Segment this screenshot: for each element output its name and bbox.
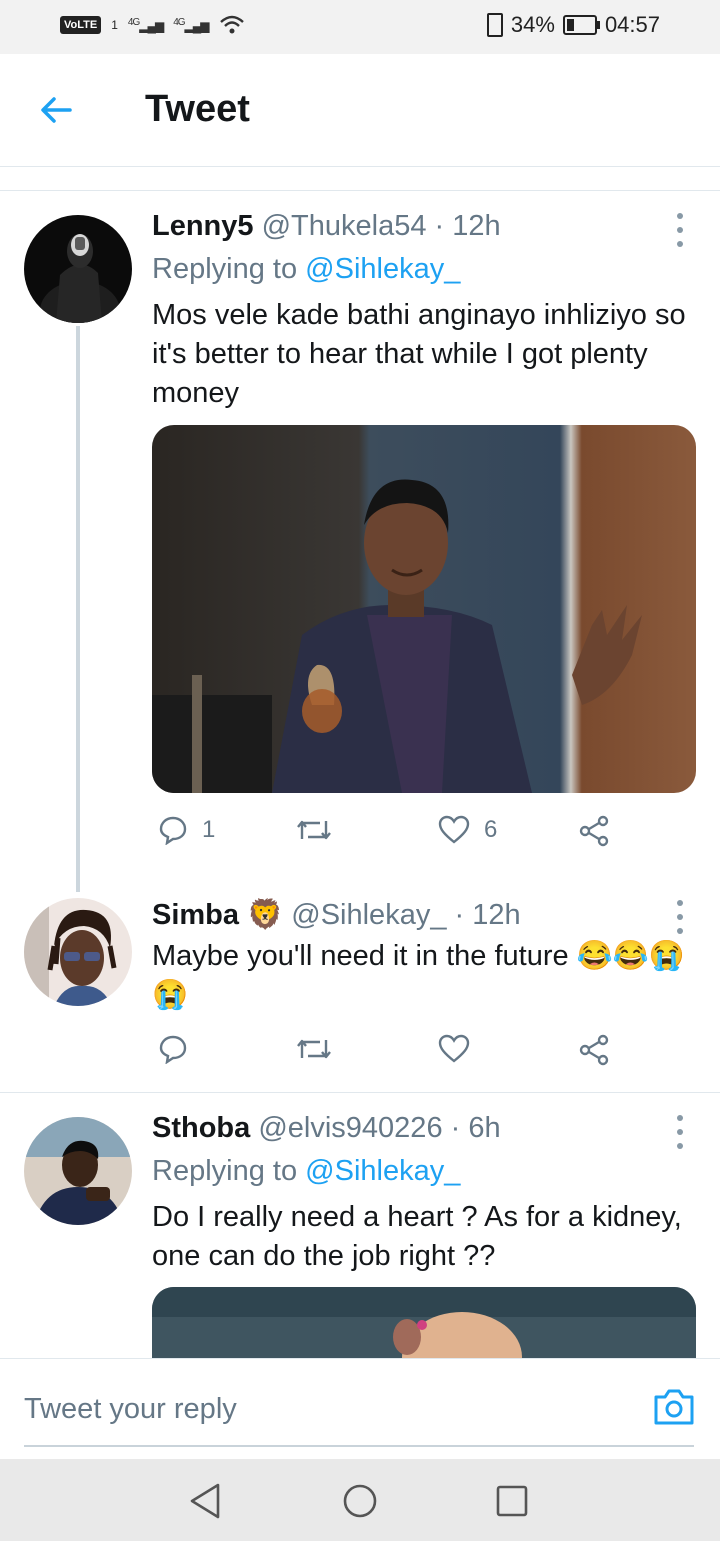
reply-placeholder: Tweet your reply [24,1393,237,1425]
divider [0,190,720,191]
avatar[interactable] [24,215,132,323]
page-title: Tweet [145,88,250,130]
retweet-button[interactable] [296,1034,332,1064]
heart-icon [438,815,470,844]
retweet-icon [297,1039,331,1059]
more-options-icon[interactable] [672,213,688,247]
replying-label: Replying to [152,1155,298,1187]
lion-emoji: 🦁 [247,899,284,931]
reply-button[interactable]: 1 [158,815,215,845]
thread-line [76,326,80,892]
tweet-text: Mos vele kade bathi anginayo inhliziyo s… [152,299,686,409]
tweet-text: Do I really need a heart ? As for a kidn… [152,1201,682,1272]
handle[interactable]: @elvis940226 [258,1112,442,1144]
tweet-image[interactable] [152,425,696,793]
reply-icon [159,816,187,845]
display-name[interactable]: Simba [152,899,239,931]
back-arrow-icon[interactable] [36,90,76,130]
wifi-icon [219,15,244,34]
nav-home-icon[interactable] [338,1479,382,1523]
reply-input[interactable]: Tweet your reply [24,1379,694,1447]
status-bar: VoLTE 1 4G▂▄▆ 4G▂▄▆ 34% 04:57 [0,0,720,54]
avatar[interactable] [24,1117,132,1225]
timestamp: · 12h [454,899,521,931]
like-count: 6 [484,816,498,843]
share-icon [579,815,609,847]
display-name[interactable]: Sthoba [152,1112,250,1144]
timestamp: · 12h [434,210,501,242]
status-left: VoLTE 1 4G▂▄▆ 4G▂▄▆ [60,14,245,36]
like-button[interactable] [438,1034,470,1064]
tweet-header: Simba 🦁 @Sihlekay_ · 12h [152,898,521,932]
volte-indicator: VoLTE [60,16,102,34]
vibrate-icon [486,13,503,37]
signal-icon-2: 4G▂▄▆ [173,17,209,33]
tweet-text: Maybe you'll need it in the future 😂😂😭😭 [152,940,686,1011]
retweet-button[interactable] [296,815,332,845]
share-icon [579,1034,609,1066]
camera-icon[interactable] [652,1387,696,1427]
tweet-actions [152,1034,622,1074]
more-options-icon[interactable] [672,1115,688,1149]
replying-to-handle[interactable]: @Sihlekay_ [305,253,460,285]
replying-to-handle[interactable]: @Sihlekay_ [305,1155,460,1187]
handle[interactable]: @Sihlekay_ [291,899,446,931]
timestamp: · 6h [450,1112,501,1144]
system-nav-bar [0,1459,720,1541]
nav-recents-icon[interactable] [490,1479,534,1523]
more-options-icon[interactable] [672,900,688,934]
replying-to: Replying to @Sihlekay_ [152,253,460,286]
signal-icon: 4G▂▄▆ [127,17,164,33]
replying-label: Replying to [152,253,298,285]
share-button[interactable] [578,1034,610,1066]
nav-back-icon[interactable] [184,1479,228,1523]
reply-count: 1 [202,816,216,843]
top-app-bar: Tweet [0,54,720,167]
replying-to: Replying to @Sihlekay_ [152,1155,460,1188]
tweet-header: Lenny5 @Thukela54 · 12h [152,210,501,243]
reply-composer: Tweet your reply [0,1358,720,1460]
avatar[interactable] [24,898,132,1006]
status-right: 34% 04:57 [486,12,660,38]
clock: 04:57 [604,12,660,37]
reply-icon [159,1035,187,1064]
share-button[interactable] [578,815,610,847]
retweet-icon [297,820,331,840]
sim-slot: 1 [111,18,118,32]
like-button[interactable]: 6 [438,815,497,845]
display-name[interactable]: Lenny5 [152,210,254,242]
handle[interactable]: @Thukela54 [262,210,427,242]
tweet-header: Sthoba @elvis940226 · 6h [152,1112,501,1145]
battery-icon [562,15,600,35]
battery-percent: 34% [510,12,555,37]
tweet-actions: 1 6 [152,815,622,855]
heart-icon [438,1034,470,1063]
tweet-separator [0,1092,720,1093]
reply-button[interactable] [158,1034,188,1064]
